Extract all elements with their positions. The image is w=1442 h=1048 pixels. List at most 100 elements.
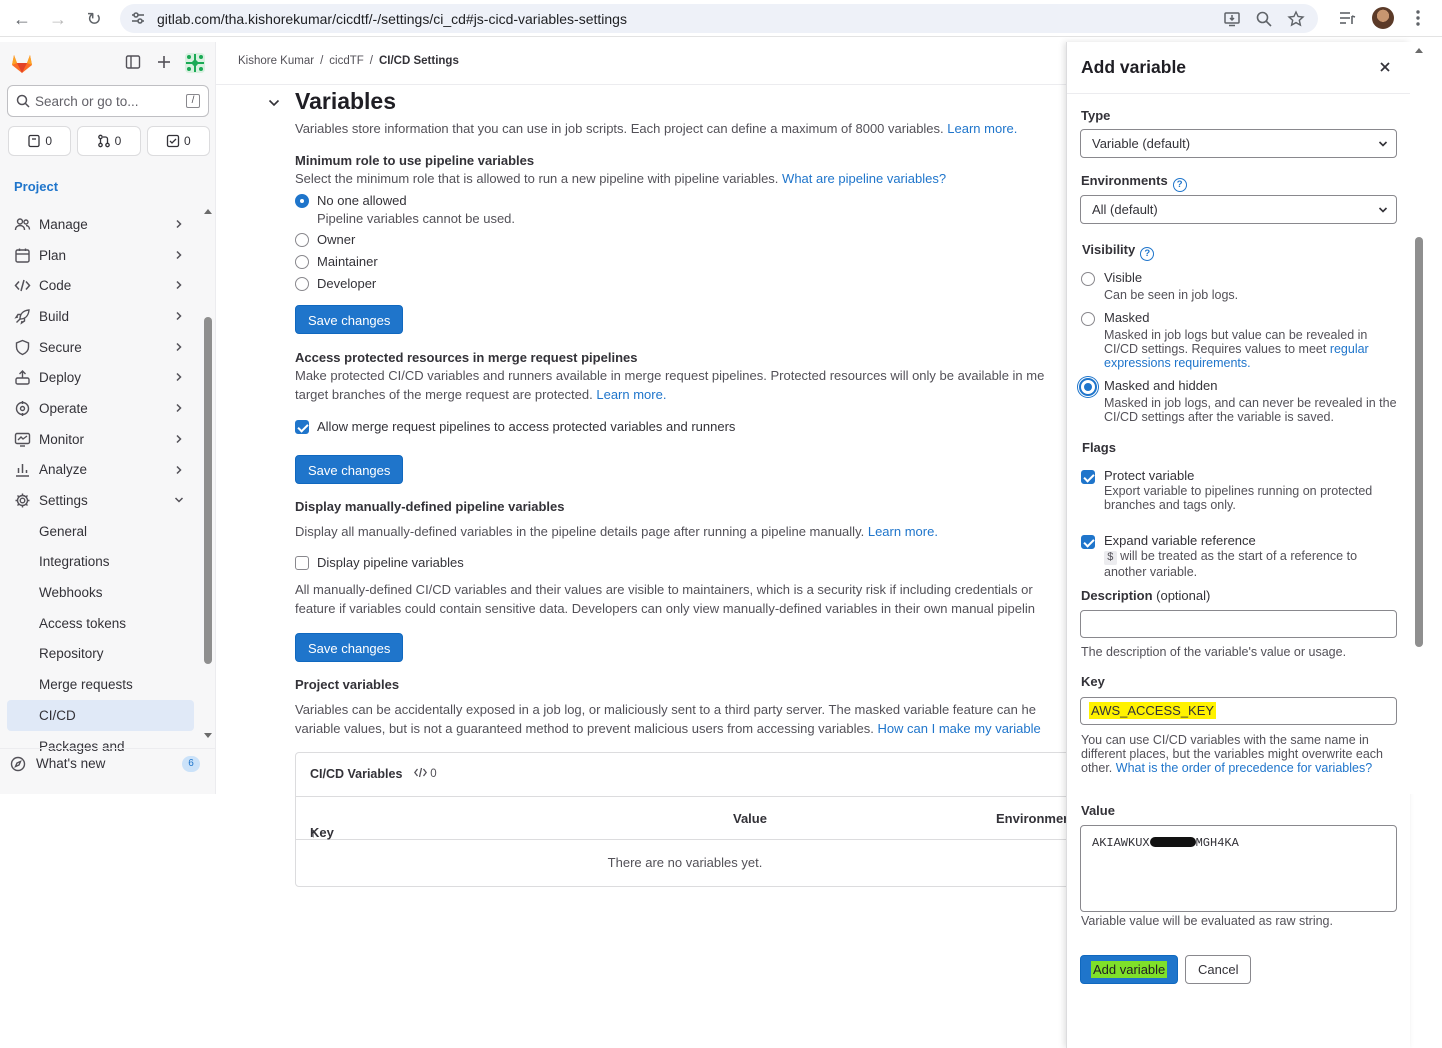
drawer-scrollbar[interactable] [1410, 42, 1442, 794]
role-option-no-one[interactable]: No one allowed [295, 193, 407, 208]
media-queue-icon[interactable] [1337, 8, 1357, 28]
breadcrumb-project[interactable]: cicdTF [329, 55, 364, 67]
sidebar-item-code[interactable]: Code [0, 270, 215, 301]
role-option-developer[interactable]: Developer [295, 276, 376, 291]
scroll-up-icon[interactable] [204, 209, 212, 214]
radio-owner[interactable] [295, 232, 309, 247]
sidebar-scroll-thumb[interactable] [204, 317, 212, 664]
save-changes-button[interactable]: Save changes [295, 633, 404, 662]
value-textarea[interactable]: AKIAWKUX MGH4KA [1080, 825, 1397, 912]
address-bar[interactable]: gitlab.com/tha.kishorekumar/cicdtf/-/set… [120, 4, 1318, 33]
chevron-right-icon [176, 404, 182, 413]
scroll-up-icon[interactable] [1415, 48, 1423, 53]
role-option-owner[interactable]: Owner [295, 232, 355, 247]
learn-more-link[interactable]: Learn more. [596, 387, 666, 402]
type-select[interactable]: Variable (default) [1080, 129, 1397, 158]
protect-variable-checkbox[interactable] [1081, 470, 1095, 484]
expand-variable-checkbox[interactable] [1081, 535, 1095, 549]
issues-counter[interactable]: 0 [8, 126, 72, 156]
add-variable-button[interactable]: Add variable [1080, 955, 1179, 984]
protect-variable-label: Protect variable [1104, 468, 1195, 483]
visibility-option-visible[interactable]: Visible Can be seen in job logs. [1081, 270, 1399, 302]
variables-table-header: Key ↑ Value Environmen [296, 797, 1066, 840]
forward-icon[interactable]: → [47, 8, 69, 30]
radio-developer[interactable] [295, 276, 309, 291]
collapse-chevron-icon[interactable] [267, 96, 281, 110]
role-option-maintainer[interactable]: Maintainer [295, 254, 378, 269]
site-settings-icon[interactable] [130, 10, 146, 26]
visibility-label-text: Visibility [1082, 242, 1136, 257]
sidebar-subitem-webhooks[interactable]: Webhooks [0, 577, 215, 608]
visibility-option-masked[interactable]: Masked Masked in job logs but value can … [1081, 310, 1399, 370]
allow-mr-pipelines-option[interactable]: Allow merge request pipelines to access … [295, 419, 735, 434]
profile-avatar[interactable] [1372, 7, 1394, 29]
display-pipeline-vars-option[interactable]: Display pipeline variables [295, 555, 464, 570]
todos-counter[interactable]: 0 [146, 126, 210, 156]
sidebar-item-monitor[interactable]: Monitor [0, 424, 215, 455]
radio-masked-hidden[interactable] [1079, 378, 1097, 396]
zoom-icon[interactable] [1255, 10, 1273, 28]
back-icon[interactable]: ← [11, 8, 33, 30]
learn-more-link[interactable]: Learn more. [868, 524, 938, 539]
bookmark-star-icon[interactable] [1287, 10, 1305, 28]
sidebar-item-secure[interactable]: Secure [0, 332, 215, 363]
environments-select[interactable]: All (default) [1080, 195, 1397, 224]
save-changes-button[interactable]: Save changes [295, 305, 404, 334]
radio-visible[interactable] [1081, 272, 1095, 286]
expand-variable-option[interactable]: Expand variable reference $ will be trea… [1081, 533, 1399, 579]
learn-more-link[interactable]: Learn more. [947, 121, 1017, 136]
pipeline-variables-link[interactable]: What are pipeline variables? [782, 171, 946, 186]
no-one-desc: Pipeline variables cannot be used. [317, 211, 516, 226]
chevron-right-icon [176, 465, 182, 474]
search-input[interactable]: Search or go to... / [7, 85, 209, 117]
reload-icon[interactable]: ↻ [83, 8, 105, 30]
sidebar-subitem-access-tokens[interactable]: Access tokens [0, 608, 215, 639]
cloud-icon [15, 400, 30, 416]
scroll-down-icon[interactable] [204, 733, 212, 738]
sidebar-item-build[interactable]: Build [0, 301, 215, 332]
mask-variable-help-link[interactable]: How can I make my variable [877, 721, 1040, 736]
browser-menu-icon[interactable] [1408, 8, 1428, 28]
protect-variable-option[interactable]: Protect variable Export variable to pipe… [1081, 468, 1399, 512]
sidebar-item-deploy[interactable]: Deploy [0, 362, 215, 393]
cancel-button[interactable]: Cancel [1185, 955, 1252, 984]
drawer-scroll-thumb[interactable] [1415, 237, 1423, 647]
breadcrumb-current[interactable]: CI/CD Settings [379, 55, 459, 67]
sidebar-subitem-cicd[interactable]: CI/CD [7, 700, 194, 731]
sidebar-subitem-repository[interactable]: Repository [0, 639, 215, 670]
breadcrumb-user[interactable]: Kishore Kumar [238, 55, 314, 67]
merge-requests-counter[interactable]: 0 [77, 126, 141, 156]
min-role-heading: Minimum role to use pipeline variables [295, 153, 535, 168]
description-input[interactable] [1080, 610, 1397, 638]
help-icon[interactable]: ? [1172, 178, 1187, 192]
sidebar-item-settings[interactable]: Settings [0, 485, 215, 516]
whats-new-button[interactable]: What's new 6 [0, 748, 215, 778]
sidebar-item-plan[interactable]: Plan [0, 240, 215, 271]
allow-mr-pipelines-checkbox[interactable] [295, 419, 309, 434]
visibility-option-masked-hidden[interactable]: Masked and hidden Masked in job logs, an… [1079, 378, 1399, 424]
chevron-down-icon [1378, 141, 1388, 147]
project-vars-desc-1: Variables can be accidentally exposed in… [295, 702, 1036, 717]
precedence-link[interactable]: What is the order of precedence for vari… [1116, 761, 1372, 775]
sidebar-item-manage[interactable]: Manage [0, 209, 215, 240]
radio-no-one[interactable] [295, 193, 309, 208]
sidebar-item-analyze[interactable]: Analyze [0, 455, 215, 486]
create-new-icon[interactable] [156, 54, 172, 70]
display-pipeline-vars-checkbox[interactable] [295, 555, 309, 570]
sidebar-subitem-general[interactable]: General [0, 516, 215, 547]
toggle-sidebar-icon[interactable] [125, 54, 141, 70]
access-heading: Access protected resources in merge requ… [295, 350, 638, 365]
sidebar-scrollbar[interactable] [202, 205, 214, 740]
gitlab-logo-icon[interactable] [10, 52, 34, 74]
key-input[interactable]: AWS_ACCESS_KEY [1080, 697, 1397, 725]
radio-masked[interactable] [1081, 312, 1095, 326]
user-avatar[interactable] [185, 53, 205, 73]
save-changes-button[interactable]: Save changes [295, 455, 404, 484]
radio-maintainer[interactable] [295, 254, 309, 269]
install-app-icon[interactable] [1223, 10, 1241, 28]
help-icon[interactable]: ? [1140, 247, 1155, 261]
close-icon[interactable] [1378, 60, 1392, 74]
sidebar-item-operate[interactable]: Operate [0, 393, 215, 424]
sidebar-subitem-merge-requests[interactable]: Merge requests [0, 669, 215, 700]
sidebar-subitem-integrations[interactable]: Integrations [0, 547, 215, 578]
